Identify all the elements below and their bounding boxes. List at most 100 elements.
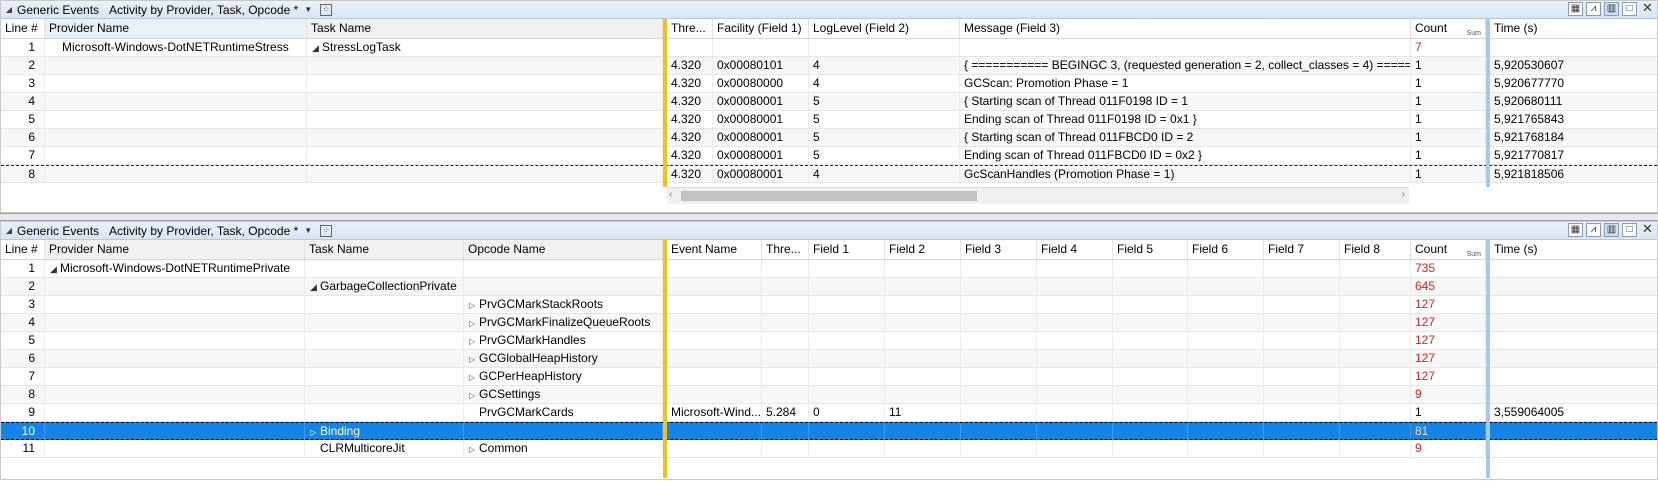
tree-collapsed-icon[interactable]: ▷	[469, 333, 479, 349]
table-row[interactable]: 3 ▷ PrvGCMarkStackRoots 127	[1, 296, 1657, 314]
graph-separator-bar[interactable]	[1486, 240, 1490, 478]
field2-cell	[885, 260, 961, 277]
task-cell	[305, 314, 464, 331]
tree-collapsed-icon[interactable]: ▷	[310, 424, 320, 440]
col-header-field2[interactable]: LogLevel (Field 2)	[809, 19, 960, 38]
col-header-event[interactable]: Event Name	[667, 240, 762, 259]
count-cell: 9	[1411, 386, 1486, 403]
field1-cell: 0x00080101	[713, 57, 809, 74]
col-header-field6[interactable]: Field 6	[1188, 240, 1264, 259]
maximize-icon[interactable]: □	[1622, 223, 1637, 237]
count-cell: 127	[1411, 350, 1486, 367]
col-header-provider[interactable]: Provider Name	[45, 240, 305, 259]
col-header-line[interactable]: Line #	[1, 19, 45, 38]
maximize-icon[interactable]: □	[1622, 2, 1637, 16]
tree-collapsed-icon[interactable]: ▷	[469, 387, 479, 403]
table-view-icon[interactable]: ▥	[1604, 2, 1619, 16]
line-cell: 2	[1, 57, 45, 74]
table-row[interactable]: 2 ◢ GarbageCollectionPrivate 645	[1, 278, 1657, 296]
col-header-time[interactable]: Time (s)	[1490, 19, 1657, 38]
collapse-arrow-icon[interactable]: ◢	[1, 5, 17, 14]
table-row[interactable]: 3 4.320 0x00080000 4 GCScan: Promotion P…	[1, 75, 1657, 93]
field3-cell	[961, 386, 1037, 403]
col-header-provider[interactable]: Provider Name	[45, 19, 307, 38]
field2-cell	[885, 350, 961, 367]
col-header-opcode[interactable]: Opcode Name	[464, 240, 663, 259]
col-header-field1[interactable]: Field 1	[809, 240, 885, 259]
thread-cell: 4.320	[667, 129, 713, 146]
close-icon[interactable]: ✕	[1640, 222, 1655, 237]
tree-collapsed-icon[interactable]: ▷	[469, 297, 479, 313]
col-header-thread[interactable]: Thre...	[762, 240, 809, 259]
field2-cell	[885, 332, 961, 349]
table-row[interactable]: 6 ▷ GCGlobalHeapHistory 127	[1, 350, 1657, 368]
col-header-field1[interactable]: Facility (Field 1)	[713, 19, 809, 38]
view-settings-icon[interactable]: ⁘	[320, 3, 333, 16]
graph-separator-bar[interactable]	[1486, 19, 1490, 187]
col-header-count[interactable]: Count Sum	[1411, 19, 1486, 38]
col-header-task[interactable]: Task Name	[305, 240, 464, 259]
table-row[interactable]: 8 ▷ GCSettings 9	[1, 386, 1657, 404]
tree-collapsed-icon[interactable]: ▷	[469, 351, 479, 367]
preset-selector[interactable]: Activity by Provider, Task, Opcode *	[109, 224, 298, 238]
horizontal-scrollbar[interactable]: ‹ ›	[667, 187, 1409, 204]
table-row[interactable]: 2 4.320 0x00080101 4 { =========== BEGIN…	[1, 57, 1657, 75]
tree-collapsed-icon[interactable]: ▷	[469, 369, 479, 385]
line-cell: 2	[1, 278, 45, 295]
group-separator-bar[interactable]	[663, 240, 667, 478]
col-header-task[interactable]: Task Name	[307, 19, 663, 38]
table-row[interactable]: 7 4.320 0x00080001 5 Ending scan of Thre…	[1, 147, 1657, 165]
chart-picker-icon[interactable]: ▦	[1568, 223, 1583, 237]
field3-cell	[961, 350, 1037, 367]
count-cell: 645	[1411, 278, 1486, 295]
chart-picker-icon[interactable]: ▦	[1568, 2, 1583, 16]
graph-view-icon[interactable]: ⩘	[1586, 2, 1601, 16]
table-row-selected[interactable]: 10 ▷ Binding 81	[1, 422, 1657, 440]
view-settings-icon[interactable]: ⁘	[320, 224, 333, 237]
col-header-field3[interactable]: Message (Field 3)	[960, 19, 1411, 38]
dropdown-arrow-icon[interactable]: ▼	[304, 5, 312, 14]
tree-expanded-icon[interactable]: ◢	[312, 40, 322, 56]
scroll-right-icon[interactable]: ›	[1402, 189, 1405, 200]
collapse-arrow-icon[interactable]: ◢	[1, 226, 17, 235]
col-header-field8[interactable]: Field 8	[1340, 240, 1411, 259]
col-header-field4[interactable]: Field 4	[1037, 240, 1113, 259]
top-panel-titlebar: ◢ Generic Events Activity by Provider, T…	[1, 1, 1657, 19]
table-row[interactable]: 7 ▷ GCPerHeapHistory 127	[1, 368, 1657, 386]
table-row[interactable]: 1 Microsoft-Windows-DotNETRuntimeStress …	[1, 39, 1657, 57]
tree-collapsed-icon[interactable]: ▷	[469, 441, 479, 457]
close-icon[interactable]: ✕	[1640, 1, 1655, 16]
col-header-field7[interactable]: Field 7	[1264, 240, 1340, 259]
col-header-field5[interactable]: Field 5	[1113, 240, 1188, 259]
table-row[interactable]: 11 CLRMulticoreJit ▷ Common 9	[1, 440, 1657, 458]
scroll-left-icon[interactable]: ‹	[669, 189, 672, 200]
col-header-line[interactable]: Line #	[1, 240, 45, 259]
task-cell: CLRMulticoreJit	[305, 440, 464, 457]
tree-expanded-icon[interactable]: ◢	[50, 261, 60, 277]
table-row[interactable]: 9 PrvGCMarkCards Microsoft-Wind... 5.284…	[1, 404, 1657, 422]
table-row[interactable]: 1 ◢ Microsoft-Windows-DotNETRuntimePrivat…	[1, 260, 1657, 278]
scroll-thumb[interactable]	[681, 191, 977, 201]
table-row[interactable]: 4 ▷ PrvGCMarkFinalizeQueueRoots 127	[1, 314, 1657, 332]
col-header-thread[interactable]: Thre...	[667, 19, 713, 38]
tree-expanded-icon[interactable]: ◢	[310, 279, 320, 295]
table-row[interactable]: 5 4.320 0x00080001 5 Ending scan of Thre…	[1, 111, 1657, 129]
field7-cell	[1264, 314, 1340, 331]
tree-collapsed-icon[interactable]: ▷	[469, 315, 479, 331]
table-row[interactable]: 4 4.320 0x00080001 5 { Starting scan of …	[1, 93, 1657, 111]
col-header-time[interactable]: Time (s)	[1490, 240, 1657, 259]
preset-selector[interactable]: Activity by Provider, Task, Opcode *	[109, 3, 298, 17]
dropdown-arrow-icon[interactable]: ▼	[304, 226, 312, 235]
table-row[interactable]: 6 4.320 0x00080001 5 { Starting scan of …	[1, 129, 1657, 147]
col-header-field3[interactable]: Field 3	[961, 240, 1037, 259]
panel-splitter[interactable]	[0, 213, 1658, 221]
col-header-field2[interactable]: Field 2	[885, 240, 961, 259]
time-cell	[1490, 368, 1657, 385]
col-header-count[interactable]: Count Sum	[1411, 240, 1486, 259]
table-row[interactable]: 8 4.320 0x00080001 4 GcScanHandles (Prom…	[1, 165, 1657, 183]
group-separator-bar[interactable]	[663, 19, 667, 187]
table-view-icon[interactable]: ▥	[1604, 223, 1619, 237]
graph-view-icon[interactable]: ⩘	[1586, 223, 1601, 237]
table-row[interactable]: 5 ▷ PrvGCMarkHandles 127	[1, 332, 1657, 350]
line-cell: 5	[1, 111, 45, 128]
